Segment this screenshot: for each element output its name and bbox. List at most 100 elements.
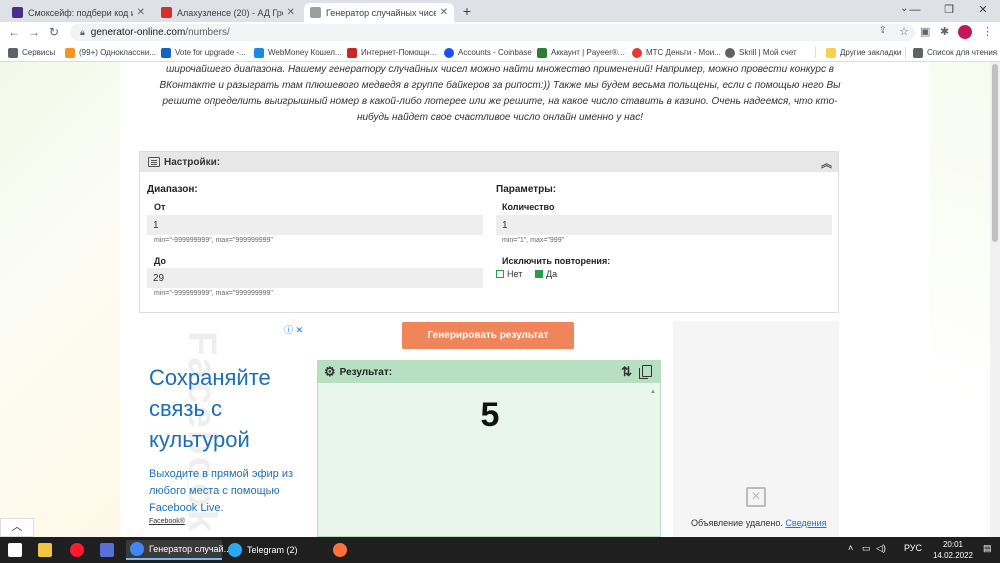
firefox-icon[interactable] (333, 540, 352, 560)
bookmark-vote[interactable]: Vote for upgrade -... (161, 45, 246, 60)
address-bar[interactable]: 🔒︎ generator-online.com/numbers/ ⇪ ☆ (70, 24, 915, 41)
bookmark-webmoney[interactable]: WebMoney Кошел... (254, 45, 342, 60)
file-explorer-icon[interactable] (38, 540, 57, 560)
bookmark-star-icon[interactable]: ☆ (899, 25, 909, 38)
windows-logo-icon (8, 543, 22, 557)
share-icon[interactable]: ⇪ (879, 25, 887, 36)
page-scrollbar[interactable] (990, 62, 1000, 537)
ad-brand[interactable]: Facebook® (149, 518, 185, 525)
coinbase-icon (444, 47, 454, 58)
apps-icon (8, 47, 18, 58)
odnoklassniki-icon (65, 47, 75, 58)
ad-details-link[interactable]: Сведения (785, 518, 826, 528)
scrollbar-thumb[interactable] (992, 64, 998, 242)
bookmark-other[interactable]: Другие закладки (826, 45, 901, 60)
maximize-button[interactable]: ❐ (932, 0, 966, 20)
browser-tab-3-active[interactable]: Генератор случайных чисел он ✕ (304, 3, 454, 22)
close-tab-icon[interactable]: ✕ (440, 7, 448, 18)
close-tab-icon[interactable]: ✕ (137, 7, 145, 18)
skrill-icon (725, 47, 735, 58)
sort-icon[interactable]: ⇅ (621, 364, 632, 380)
mts-icon (632, 47, 642, 58)
telegram-icon (228, 543, 242, 557)
bookmark-coinbase[interactable]: Accounts - Coinbase (444, 45, 532, 60)
language-indicator[interactable]: РУС (904, 543, 922, 553)
copy-icon[interactable] (639, 365, 652, 379)
bookmark-label: (99+) Одноклассни... (79, 48, 156, 57)
close-tab-icon[interactable]: ✕ (287, 7, 295, 18)
taskbar-telegram[interactable]: Telegram (2) (228, 540, 324, 560)
settings-panel: Настройки: ︽ Диапазон: От min="-99999999… (139, 151, 839, 313)
opera-logo-icon (70, 543, 84, 557)
ad-removed-text: Объявление удалено. (691, 518, 783, 528)
start-icon[interactable] (8, 540, 27, 560)
exclude-no-option[interactable]: Нет (496, 269, 522, 279)
bookmark-label: Интернет-Помощн... (361, 48, 437, 57)
bookmarks-bar: Сервисы (99+) Одноклассни... Vote for up… (0, 43, 1000, 62)
tab-title: Смоксейф: подбери код и полу (28, 7, 133, 18)
scroll-up-arrow-icon[interactable]: ▲ (650, 389, 656, 395)
bookmark-label: Аккаунт | Payeer®... (551, 48, 625, 57)
bookmark-mts[interactable]: МТС Деньги - Мои... (632, 45, 721, 60)
chrome-icon (130, 542, 144, 556)
count-input[interactable] (496, 215, 832, 235)
bookmark-internet-helper[interactable]: Интернет-Помощн... (347, 45, 436, 60)
ad-choices-icon[interactable]: ⓘ ✕ (284, 323, 303, 336)
from-hint: min="-999999999", max="999999999" (154, 237, 273, 244)
scroll-to-top-button[interactable]: ︿ (0, 518, 34, 537)
bookmark-label: Vote for upgrade -... (175, 48, 246, 57)
result-panel: ⚙ Результат: ⇅ ▲ 5 (317, 360, 661, 537)
close-window-button[interactable]: ✕ (966, 0, 1000, 20)
browser-tab-1[interactable]: Смоксейф: подбери код и полу ✕ (6, 3, 151, 22)
opera-icon[interactable] (70, 540, 89, 560)
folder-icon (826, 47, 836, 58)
from-input[interactable] (147, 215, 483, 235)
minimize-button[interactable]: — (898, 0, 932, 20)
url-path: /numbers/ (185, 27, 230, 38)
extensions-icon[interactable]: ✱ (940, 25, 949, 38)
bookmark-label: Accounts - Coinbase (458, 48, 532, 57)
settings-header[interactable]: Настройки: ︽ (140, 152, 838, 172)
ad-headline: Сохраняйте связь с культурой (149, 365, 271, 452)
reload-icon[interactable]: ↻ (46, 25, 62, 39)
back-icon[interactable]: ← (6, 25, 22, 39)
settings-title: Настройки: (164, 156, 221, 168)
exclude-yes-option[interactable]: Да (535, 269, 557, 279)
generate-button[interactable]: Генерировать результат (402, 322, 574, 349)
volume-icon[interactable]: ◁) (876, 543, 886, 554)
bookmark-payeer[interactable]: Аккаунт | Payeer®... (537, 45, 624, 60)
network-icon[interactable]: ▭ (862, 543, 871, 554)
forward-icon[interactable]: → (26, 25, 42, 39)
bookmark-label: МТС Деньги - Мои... (646, 48, 721, 57)
taskbar-chrome[interactable]: Генератор случай... (126, 540, 231, 560)
taskbar-clock[interactable]: 20:01 14.02.2022 (928, 539, 978, 561)
background-decoration (0, 62, 120, 537)
bookmark-odnoklassniki[interactable]: (99+) Одноклассни... (65, 45, 156, 60)
count-label: Количество (502, 202, 555, 212)
save-icon[interactable] (100, 540, 119, 560)
notifications-icon[interactable]: ▤ (983, 543, 992, 554)
clock-time: 20:01 (942, 540, 964, 549)
bookmark-services[interactable]: Сервисы (8, 45, 55, 60)
gear-icon[interactable]: ⚙ (324, 364, 336, 380)
option-label: Да (546, 269, 558, 279)
bookmark-label: Другие закладки (840, 48, 902, 57)
new-tab-button[interactable]: + (459, 3, 475, 19)
to-hint: min="-999999999", max="999999999" (154, 290, 273, 297)
to-input[interactable] (147, 268, 483, 288)
count-hint: min="1", max="999" (502, 237, 565, 244)
reading-mode-icon[interactable]: ▣ (920, 25, 930, 38)
site-icon (161, 47, 171, 58)
profile-avatar[interactable] (958, 25, 972, 39)
params-title: Параметры: (496, 184, 557, 195)
removed-ad: ✕ Объявление удалено. Сведения (673, 321, 839, 537)
tray-arrow-icon[interactable]: ˄ (848, 543, 853, 553)
menu-icon[interactable]: ⋮ (982, 25, 993, 38)
facebook-ad[interactable]: Facebook ⓘ ✕ Сохраняйте связь с культуро… (139, 321, 305, 537)
option-label: Нет (507, 269, 523, 279)
browser-tab-2[interactable]: Алахузленсе (20) - АД Гресия ( ✕ (155, 3, 301, 22)
collapse-chevron-icon[interactable]: ︽ (821, 155, 832, 171)
bookmark-reading-list[interactable]: Список для чтения (913, 45, 997, 60)
tab-favicon-icon (310, 7, 321, 18)
bookmark-skrill[interactable]: Skrill | Мой счет (725, 45, 797, 60)
